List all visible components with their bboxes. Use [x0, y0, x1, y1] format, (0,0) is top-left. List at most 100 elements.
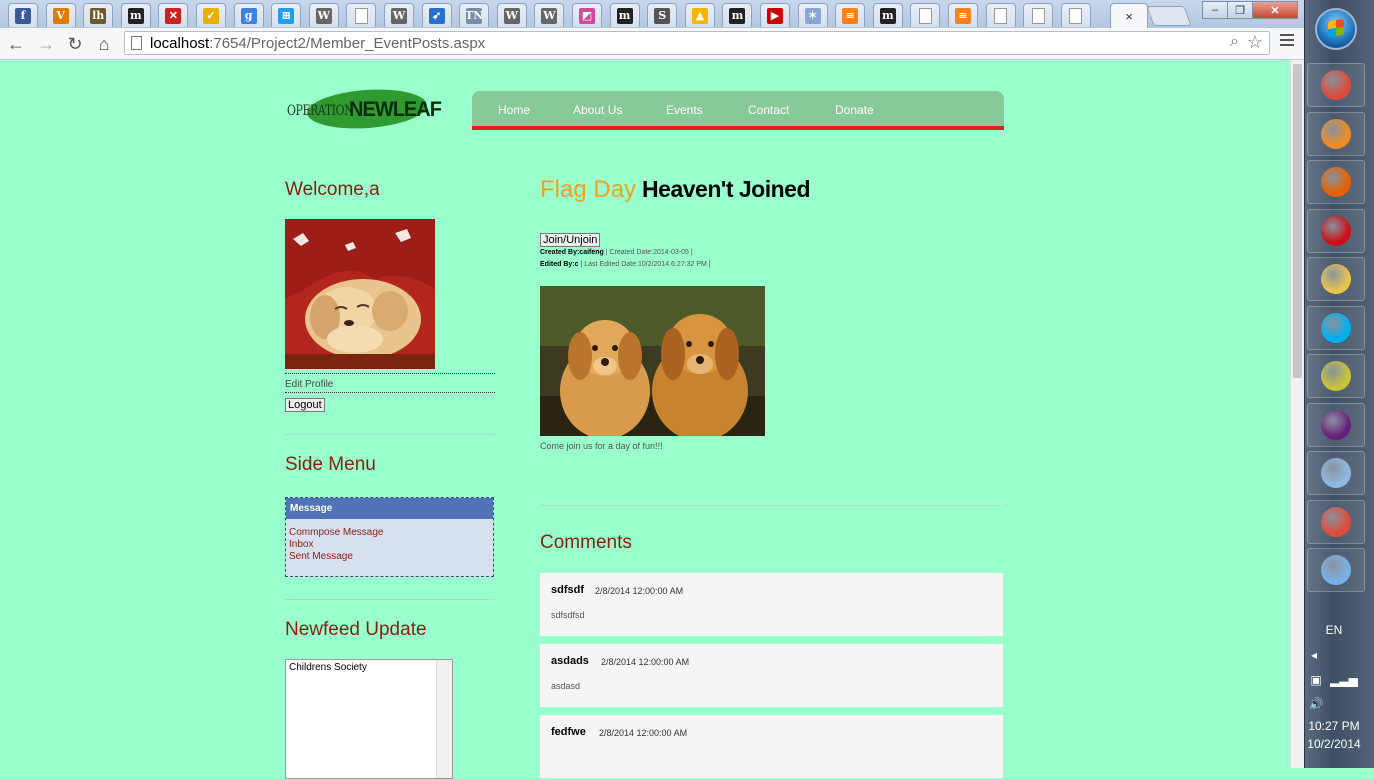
nav-donate[interactable]: Donate	[835, 103, 874, 117]
browser-tab[interactable]: ➶	[421, 3, 452, 27]
notepad-icon[interactable]	[1307, 451, 1365, 495]
browser-tab[interactable]: ✶	[797, 3, 828, 27]
browser-tab[interactable]: ▶	[760, 3, 790, 27]
nav-events[interactable]: Events	[666, 103, 703, 117]
tools-icon[interactable]	[1307, 354, 1365, 398]
st-icon: S	[654, 7, 671, 24]
browser-tab[interactable]: W	[534, 3, 565, 27]
browser-tab[interactable]: g	[233, 3, 264, 27]
url-text[interactable]: localhost:7654/Project2/Member_EventPost…	[150, 35, 485, 52]
comment-card: asdads 2/8/2014 12:00:00 AM asdasd	[540, 644, 1003, 707]
clock-time[interactable]: 10:27 PM	[1305, 719, 1363, 733]
firefox-icon[interactable]	[1307, 160, 1365, 204]
browser-tab[interactable]	[1023, 3, 1054, 27]
browser-tab[interactable]: f	[8, 3, 38, 27]
comment-body: sdfsdfsd	[551, 610, 585, 620]
volume-icon[interactable]: 🔊	[1287, 697, 1345, 711]
browser-tab[interactable]	[346, 3, 377, 27]
profile-picture	[285, 219, 435, 369]
visual-studio-icon[interactable]	[1307, 402, 1365, 447]
browser-tab[interactable]: ≡	[835, 3, 866, 27]
nav-contact[interactable]: Contact	[748, 103, 789, 117]
paint-icon[interactable]	[1307, 548, 1365, 592]
operation-newleaf-logo[interactable]: OPERATION NEWLEAF	[285, 85, 445, 133]
browser-tab[interactable]	[985, 3, 1016, 27]
close-window-button[interactable]: ✕	[1252, 1, 1298, 19]
browser-tab[interactable]: S	[647, 3, 678, 27]
url-host: localhost	[150, 35, 210, 52]
blank-page-icon	[354, 7, 368, 24]
reload-icon[interactable]: ↻	[63, 32, 87, 56]
chrome-icon[interactable]	[1307, 63, 1365, 107]
inbox-link[interactable]: Inbox	[289, 539, 493, 551]
media-player-icon[interactable]	[1307, 111, 1365, 156]
restore-button[interactable]: ❐	[1227, 1, 1253, 19]
browser-tab[interactable]: W	[308, 3, 339, 27]
skype-icon[interactable]	[1307, 305, 1365, 350]
blank-page-icon	[994, 7, 1008, 24]
browser-tab[interactable]: TN	[459, 3, 490, 27]
browser-tab[interactable]: m	[120, 3, 151, 27]
network-signal-icon[interactable]: ▂▃▅	[1315, 673, 1373, 687]
bookmark-star-icon[interactable]: ☆	[1247, 32, 1263, 53]
logout-button[interactable]: Logout	[285, 398, 325, 412]
file-explorer-icon[interactable]	[1307, 257, 1365, 301]
close-tab-icon[interactable]: ×	[1125, 9, 1133, 24]
browser-toolbar: ← → ↻ ⌂ localhost:7654/Project2/Member_E…	[0, 28, 1304, 60]
browser-tab[interactable]: ⊞	[271, 3, 302, 27]
browser-tab[interactable]: V	[45, 3, 76, 27]
created-date: | Created Date:2014-03-05 |	[605, 249, 693, 256]
clock-date[interactable]: 10/2/2014	[1305, 737, 1363, 751]
wikipedia-icon: W	[315, 7, 332, 24]
new-tab-button[interactable]	[1146, 6, 1192, 26]
show-hidden-icons[interactable]: ◂	[1285, 648, 1343, 662]
check-icon: ✓	[203, 7, 219, 24]
created-by-value: caifeng	[579, 249, 604, 256]
created-by-label: Created By:	[540, 249, 580, 256]
event-name: Flag Day	[540, 176, 637, 203]
browser-tab[interactable]: m	[872, 3, 903, 27]
browser-tab[interactable]: m	[722, 3, 753, 27]
join-unjoin-button[interactable]: Join/Unjoin	[540, 233, 601, 247]
browser-tab[interactable]: lh	[83, 3, 114, 27]
lh-icon: lh	[90, 7, 107, 24]
browser-tab[interactable]	[910, 3, 941, 27]
google-icon: g	[240, 7, 257, 24]
edit-profile-link[interactable]: Edit Profile	[285, 379, 333, 390]
newsfeed-scrollbar[interactable]	[436, 660, 452, 778]
browser-tab[interactable]	[1060, 3, 1091, 27]
browser-tab[interactable]: ✓	[196, 3, 226, 27]
newsfeed-list[interactable]: Childrens Society	[285, 659, 453, 779]
browser-tab[interactable]: W	[384, 3, 414, 27]
edited-by-label: Edited By:	[540, 261, 575, 268]
back-icon[interactable]: ←	[4, 32, 28, 56]
opera-icon[interactable]	[1307, 208, 1365, 253]
join-status: Heaven't Joined	[642, 176, 811, 202]
active-tab[interactable]: ×	[1110, 3, 1148, 28]
stackoverflow-icon: ≡	[842, 7, 859, 24]
browser-tab[interactable]: W	[496, 3, 527, 27]
browser-tab[interactable]: m	[609, 3, 640, 27]
newsfeed-item[interactable]: Childrens Society	[286, 660, 452, 675]
divider-dotted	[285, 392, 495, 393]
start-button[interactable]	[1315, 8, 1357, 50]
browser-tab[interactable]: ◩	[572, 3, 602, 27]
browser-tab[interactable]: ≡	[948, 3, 978, 27]
scrollbar-thumb[interactable]	[1293, 64, 1302, 378]
address-bar[interactable]: localhost:7654/Project2/Member_EventPost…	[124, 31, 1270, 55]
browser-tab[interactable]: ▲	[684, 3, 715, 27]
nav-about-us[interactable]: About Us	[573, 103, 622, 117]
browser-tab[interactable]: ✕	[158, 3, 189, 27]
zoom-icon[interactable]: ⌕	[1230, 33, 1239, 51]
language-indicator[interactable]: EN	[1305, 623, 1363, 637]
minimize-button[interactable]: ‒	[1202, 1, 1228, 19]
message-menu: Message Commpose Message Inbox Sent Mess…	[285, 497, 494, 577]
nav-home[interactable]: Home	[498, 103, 530, 117]
compose-message-link[interactable]: Commpose Message	[289, 527, 493, 539]
home-icon[interactable]: ⌂	[92, 32, 116, 56]
forward-icon[interactable]: →	[34, 32, 58, 56]
chrome-menu-icon[interactable]	[1280, 34, 1294, 49]
comment-author: fedfwe	[551, 726, 586, 738]
sent-message-link[interactable]: Sent Message	[289, 551, 493, 563]
chrome-icon[interactable]	[1307, 499, 1365, 544]
